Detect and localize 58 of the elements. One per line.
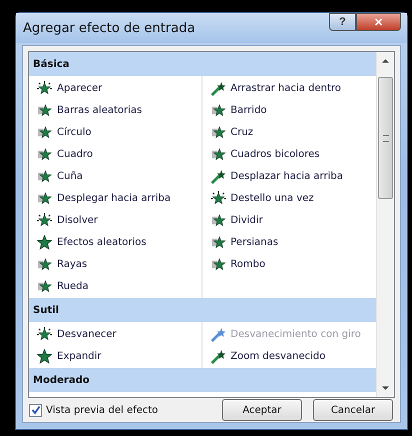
star-icon xyxy=(210,146,226,162)
burst-star-icon xyxy=(37,212,52,228)
section-header: Sutil xyxy=(29,298,376,322)
motion-star-icon xyxy=(210,348,226,364)
star-icon xyxy=(37,102,52,118)
effect-item[interactable]: Círculo xyxy=(29,121,202,143)
effect-item[interactable]: Desplegar hacia arriba xyxy=(29,187,202,209)
effect-item[interactable]: Rombo xyxy=(202,253,376,275)
effect-item[interactable]: Efectos aleatorios xyxy=(29,231,202,253)
effect-item[interactable]: Cruz xyxy=(202,121,376,143)
dialog-button[interactable]: Aceptar xyxy=(222,399,302,421)
star-icon xyxy=(210,234,226,250)
effect-item[interactable]: Desplazar hacia arriba xyxy=(202,165,376,187)
burst-star-icon xyxy=(37,80,52,96)
star-icon xyxy=(37,278,52,294)
scroll-up-icon[interactable] xyxy=(382,58,389,63)
effect-item[interactable]: Aparecer xyxy=(29,77,202,99)
star-icon xyxy=(37,348,52,364)
star-icon xyxy=(37,124,52,140)
star-icon xyxy=(37,256,52,272)
burst-star-icon xyxy=(37,326,52,342)
effect-item[interactable]: Cuadro xyxy=(29,143,202,165)
section-header: Moderado xyxy=(29,368,376,392)
effect-item[interactable]: Disolver xyxy=(29,209,202,231)
star-icon xyxy=(210,124,226,140)
star-icon xyxy=(210,102,226,118)
effect-item[interactable]: Dividir xyxy=(202,209,376,231)
effect-item[interactable]: Persianas xyxy=(202,231,376,253)
motion-star-icon xyxy=(210,168,226,184)
effect-item[interactable]: Destello una vez xyxy=(202,187,376,209)
star-icon xyxy=(37,168,52,184)
motion-star-icon xyxy=(210,326,226,342)
preview-checkbox[interactable]: Vista previa del efecto xyxy=(29,404,158,416)
effect-item[interactable]: Arrastrar hacia dentro xyxy=(202,77,376,99)
window-title: Agregar efecto de entrada xyxy=(23,20,196,36)
star-icon xyxy=(210,256,226,272)
star-icon xyxy=(37,146,52,162)
scroll-down-icon[interactable] xyxy=(382,386,389,391)
checkbox[interactable] xyxy=(29,404,42,416)
section-header: Básica xyxy=(29,52,376,76)
burst-star-icon xyxy=(210,190,226,206)
effect-item[interactable]: Rueda xyxy=(29,275,202,297)
dialog-button[interactable]: Cancelar xyxy=(313,399,393,421)
effect-item[interactable]: Cuña xyxy=(29,165,202,187)
help-button[interactable]: ? xyxy=(329,13,356,31)
effect-item[interactable]: Zoom desvanecido xyxy=(202,345,376,367)
star-icon xyxy=(37,234,52,250)
star-icon xyxy=(37,190,52,206)
star-icon xyxy=(210,212,226,228)
effect-item[interactable]: Rayas xyxy=(29,253,202,275)
effect-item[interactable]: Desvanecer xyxy=(29,323,202,345)
scrollbar[interactable] xyxy=(376,52,394,397)
effect-item[interactable]: Expandir xyxy=(29,345,202,367)
scroll-thumb[interactable] xyxy=(378,77,393,199)
effect-item[interactable]: Cuadros bicolores xyxy=(202,143,376,165)
motion-star-icon xyxy=(210,80,226,96)
effect-item[interactable]: Barrido xyxy=(202,99,376,121)
effect-item[interactable]: Barras aleatorias xyxy=(29,99,202,121)
